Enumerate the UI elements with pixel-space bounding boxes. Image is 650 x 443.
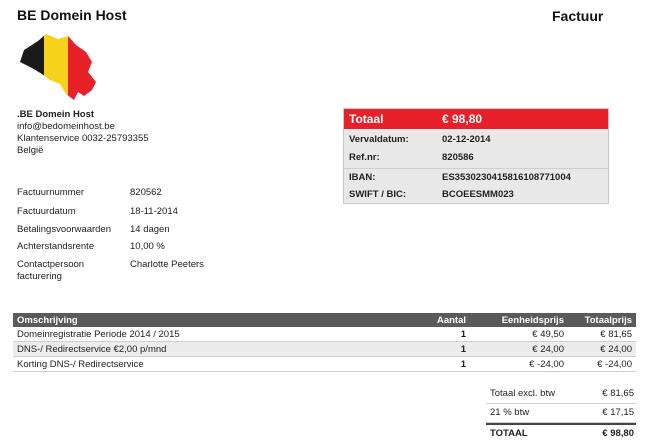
iban-label: IBAN: — [349, 172, 376, 183]
vat-label: 21 % btw — [490, 407, 530, 418]
payment-terms-label: Betalingsvoorwaarden — [17, 224, 112, 235]
item-total-price: € 81,65 — [568, 327, 636, 342]
summary-total-row: Totaal € 98,80 — [344, 109, 608, 129]
company-country: België — [17, 145, 44, 156]
grand-total-row: TOTAAL € 98,80 — [486, 423, 636, 443]
item-description: Korting DNS-/ Redirectservice — [13, 356, 392, 372]
billing-contact-value: Charlotte Peeters — [130, 259, 204, 270]
company-service: Klantenservice 0032-25793355 — [17, 133, 149, 144]
grand-total-value: € 98,80 — [602, 428, 634, 439]
payment-terms-value: 14 dagen — [130, 224, 170, 235]
item-qty: 1 — [392, 341, 470, 357]
summary-row: Ref.nr: 820586 — [344, 149, 608, 167]
col-total-price-header: Totaalprijs — [568, 313, 636, 327]
document-title: Factuur — [552, 8, 604, 24]
swift-value: BCOEESMM023 — [442, 189, 514, 200]
payment-summary-box: Totaal € 98,80 Vervaldatum: 02-12-2014 R… — [343, 108, 609, 204]
subtotal-row: Totaal excl. btw € 81,65 — [486, 385, 636, 404]
iban-value: ES3530230415816108771004 — [442, 172, 571, 183]
subtotal-label: Totaal excl. btw — [490, 388, 555, 399]
item-unit-price: € 24,00 — [470, 341, 568, 357]
invoice-date-label: Factuurdatum — [17, 206, 76, 217]
item-description: DNS-/ Redirectservice €2,00 p/mnd — [13, 341, 392, 357]
item-total-price: € -24,00 — [568, 356, 636, 372]
swift-label: SWIFT / BIC: — [349, 189, 406, 200]
table-row: Korting DNS-/ Redirectservice 1 € -24,00… — [13, 356, 636, 372]
summary-row: Vervaldatum: 02-12-2014 — [344, 131, 608, 149]
invoice-number-value: 820562 — [130, 187, 162, 198]
subtotal-value: € 81,65 — [602, 388, 634, 399]
items-header-row: Omschrijving Aantal Eenheidsprijs Totaal… — [13, 313, 636, 327]
item-unit-price: € 49,50 — [470, 327, 568, 342]
summary-row: IBAN: ES3530230415816108771004 — [344, 169, 608, 187]
vat-value: € 17,15 — [602, 407, 634, 418]
item-qty: 1 — [392, 327, 470, 342]
invoice-number-label: Factuurnummer — [17, 187, 85, 198]
billing-contact-label: Contactpersoon facturering — [17, 259, 85, 282]
vat-row: 21 % btw € 17,15 — [486, 404, 636, 423]
col-qty-header: Aantal — [392, 313, 470, 327]
item-qty: 1 — [392, 356, 470, 372]
reference-value: 820586 — [442, 152, 474, 163]
company-name: .BE Domein Host — [17, 109, 95, 120]
late-interest-label: Achterstandsrente — [17, 241, 95, 252]
table-row: Domeinregistratie Periode 2014 / 2015 1 … — [13, 327, 636, 342]
table-row: DNS-/ Redirectservice €2,00 p/mnd 1 € 24… — [13, 341, 636, 357]
invoice-date-value: 18-11-2014 — [130, 206, 178, 217]
item-unit-price: € -24,00 — [470, 356, 568, 372]
col-unit-price-header: Eenheidsprijs — [470, 313, 568, 327]
due-date-label: Vervaldatum: — [349, 134, 409, 145]
reference-label: Ref.nr: — [349, 152, 380, 163]
invoice-items-table: Omschrijving Aantal Eenheidsprijs Totaal… — [13, 313, 636, 372]
due-date-value: 02-12-2014 — [442, 134, 491, 145]
col-description-header: Omschrijving — [13, 313, 392, 327]
item-description: Domeinregistratie Periode 2014 / 2015 — [13, 327, 392, 342]
item-total-price: € 24,00 — [568, 341, 636, 357]
company-email[interactable]: info@bedomeinhost.be — [17, 121, 115, 133]
summary-total-value: € 98,80 — [442, 112, 483, 126]
belgium-flag-map-logo — [20, 34, 96, 100]
summary-total-label: Totaal — [349, 112, 384, 126]
summary-row: SWIFT / BIC: BCOEESMM023 — [344, 186, 608, 204]
grand-total-label: TOTAAL — [490, 428, 528, 439]
late-interest-value: 10,00 % — [130, 241, 165, 252]
brand-title: BE Domein Host — [17, 7, 127, 23]
totals-block: Totaal excl. btw € 81,65 21 % btw € 17,1… — [486, 385, 636, 443]
